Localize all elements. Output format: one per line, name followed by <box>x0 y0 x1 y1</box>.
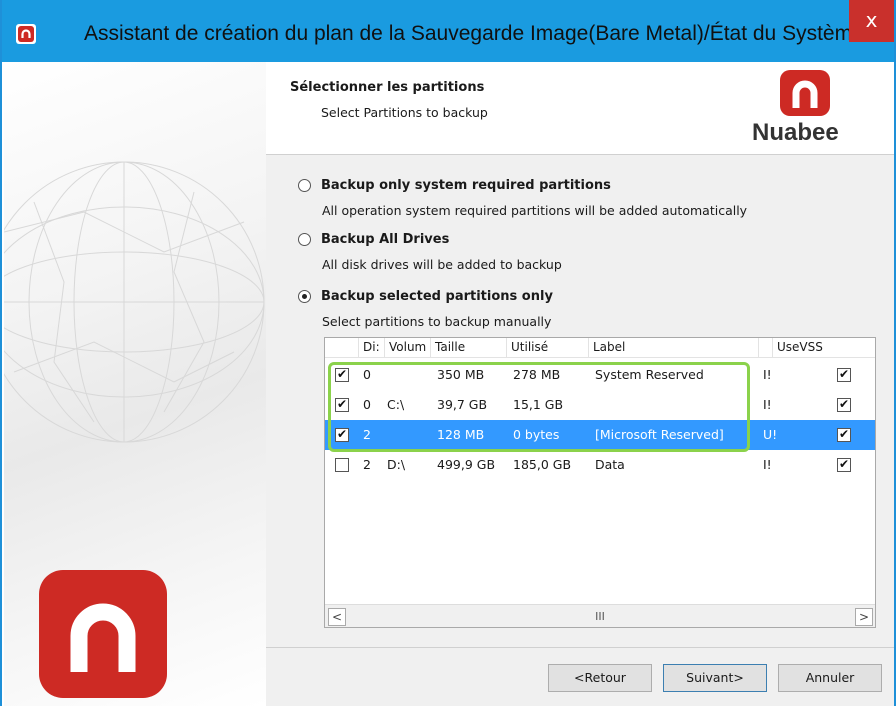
page-subtitle: Select Partitions to backup <box>321 105 488 120</box>
column-header-check[interactable] <box>325 338 359 358</box>
cell-fs: I! <box>763 397 772 412</box>
table-row[interactable]: 2 D:\ 499,9 GB 185,0 GB Data I! <box>325 450 875 480</box>
option-all-drives[interactable]: Backup All Drives <box>298 232 449 247</box>
brand-logo-large-icon <box>39 570 167 698</box>
column-header-fs[interactable] <box>759 338 773 358</box>
usevss-checkbox[interactable] <box>837 427 851 442</box>
title-bar: Assistant de création du plan de la Sauv… <box>2 0 894 62</box>
back-button[interactable]: <Retour <box>548 664 652 692</box>
option-label: Backup selected partitions only <box>321 289 553 304</box>
footer-divider <box>266 647 894 648</box>
window-title: Assistant de création du plan de la Sauv… <box>84 22 864 45</box>
brand-name: Nuabee <box>752 119 839 146</box>
cell-volume: D:\ <box>387 457 406 472</box>
usevss-checkbox[interactable] <box>837 457 851 472</box>
highlight-annotation <box>328 362 750 452</box>
row-select-checkbox[interactable] <box>335 458 349 472</box>
app-logo-icon <box>16 24 36 44</box>
scroll-left-button[interactable]: < <box>328 608 346 626</box>
radio-all-drives[interactable] <box>298 233 311 246</box>
column-header-size[interactable]: Taille <box>431 338 507 358</box>
horizontal-scrollbar[interactable]: < III > <box>325 604 875 627</box>
option-label: Backup only system required partitions <box>321 178 611 193</box>
usevss-checkbox[interactable] <box>837 397 851 412</box>
cell-size: 499,9 GB <box>437 457 496 472</box>
globe-watermark-icon <box>4 161 265 443</box>
option-label: Backup All Drives <box>321 232 450 247</box>
radio-system-partitions[interactable] <box>298 179 311 192</box>
cell-fs: U! <box>763 427 778 442</box>
cell-disk: 2 <box>363 457 371 472</box>
page-title: Sélectionner les partitions <box>290 80 485 95</box>
usevss-checkbox[interactable] <box>837 367 851 382</box>
option-system-partitions[interactable]: Backup only system required partitions <box>298 178 611 193</box>
option-selected-partitions[interactable]: Backup selected partitions only <box>298 289 553 304</box>
cell-fs: I! <box>763 457 772 472</box>
wizard-window: Assistant de création du plan de la Sauv… <box>0 0 896 706</box>
brand-logo-icon <box>780 70 830 116</box>
column-header-used[interactable]: Utilisé <box>507 338 589 358</box>
column-header-label[interactable]: Label <box>589 338 759 358</box>
option-description: All disk drives will be added to backup <box>322 257 562 272</box>
option-description: All operation system required partitions… <box>322 203 748 218</box>
cell-used: 185,0 GB <box>513 457 572 472</box>
radio-selected-partitions[interactable] <box>298 290 311 303</box>
list-header: Di: Volum Taille Utilisé Label UseVSS <box>325 338 875 358</box>
close-button[interactable]: x <box>849 0 894 42</box>
scroll-right-button[interactable]: > <box>855 608 873 626</box>
column-header-usevss[interactable]: UseVSS <box>773 338 875 358</box>
scroll-thumb[interactable]: III <box>349 608 851 626</box>
next-button[interactable]: Suivant> <box>663 664 767 692</box>
column-header-disk[interactable]: Di: <box>359 338 385 358</box>
column-header-volume[interactable]: Volum <box>385 338 431 358</box>
cell-fs: I! <box>763 367 772 382</box>
cancel-button[interactable]: Annuler <box>778 664 882 692</box>
option-description: Select partitions to backup manually <box>322 314 552 329</box>
cell-label: Data <box>595 457 625 472</box>
left-decoration-panel <box>4 62 266 706</box>
wizard-header: Sélectionner les partitions Select Parti… <box>266 62 894 155</box>
